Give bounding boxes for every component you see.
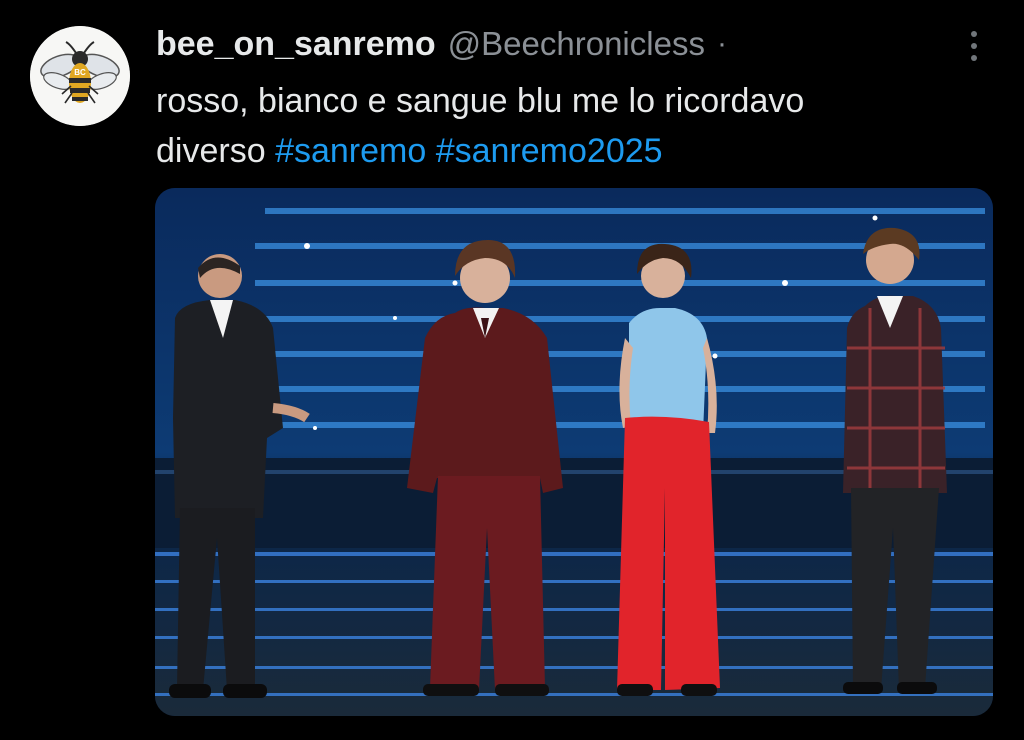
hashtag-sanremo2025[interactable]: #sanremo2025 — [436, 132, 663, 170]
tweet-text-line-2: diverso #sanremo #sanremo2025 — [156, 126, 976, 176]
tweet-media-photo[interactable] — [155, 188, 993, 716]
tweet-text-line-1: rosso, bianco e sangue blu me lo ricorda… — [156, 82, 805, 120]
author-handle[interactable]: @Beechronicless — [448, 25, 705, 63]
hashtag-sanremo[interactable]: #sanremo — [275, 132, 426, 170]
header-separator: · — [716, 27, 727, 60]
tweet-header: bee_on_sanremo @Beechronicless · — [156, 22, 727, 66]
tweet-text: rosso, bianco e sangue blu me lo ricorda… — [156, 76, 976, 176]
stage-photo — [155, 188, 993, 716]
tweet-text-word: diverso — [156, 132, 266, 170]
tweet: BC bee_on_sanremo @Beechronicless · ross… — [0, 0, 1024, 740]
more-vertical-icon[interactable] — [960, 26, 988, 66]
author-avatar[interactable]: BC — [30, 26, 130, 126]
bee-icon: BC — [30, 26, 130, 126]
author-display-name[interactable]: bee_on_sanremo — [156, 25, 436, 64]
avatar-monogram: BC — [74, 68, 86, 77]
